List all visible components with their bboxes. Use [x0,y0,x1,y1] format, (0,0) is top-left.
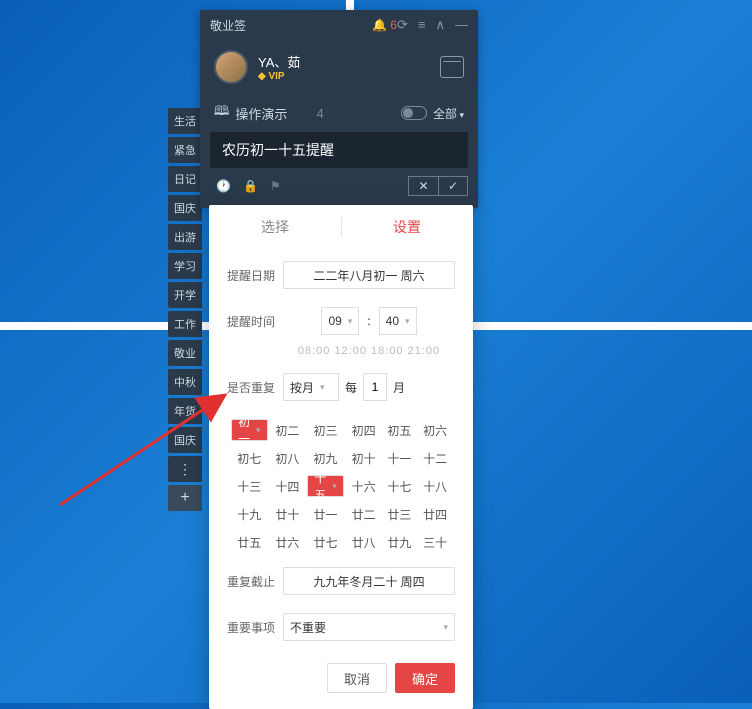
remind-date-field[interactable]: 二二年八月初一 周六 [283,261,455,289]
settings-panel: 选择 设置 提醒日期 二二年八月初一 周六 提醒时间 09 : 40 08:00… [209,205,473,709]
lunar-day[interactable]: 初三 [307,419,344,441]
repeat-end-label: 重复截止 [227,573,283,590]
lunar-day[interactable]: 十四 [272,475,304,497]
tab-settings[interactable]: 设置 [341,205,473,249]
lock-icon[interactable]: 🔒 [243,179,258,193]
lunar-day[interactable]: 廿五 [231,531,268,553]
minimize-icon[interactable]: — [455,17,468,33]
profile-section: YA、茹 VIP [200,40,478,94]
sidebar-tag[interactable]: 紧急 [168,137,202,163]
sidebar-tag[interactable]: 日记 [168,166,202,192]
sidebar-tag[interactable]: 中秋 [168,369,202,395]
importance-label: 重要事项 [227,619,283,636]
repeat-number-input[interactable] [363,373,387,401]
bookmark-icon: 🕮 [214,102,229,124]
sidebar-tag[interactable]: 国庆 [168,427,202,453]
menu-icon[interactable]: ≡ [418,17,426,33]
lunar-day[interactable]: 廿二 [348,503,380,525]
lunar-day[interactable]: 廿四 [419,503,451,525]
vip-badge: VIP [258,71,430,82]
sidebar-add[interactable]: + [168,485,202,511]
app-name: 敬业签 [210,17,366,34]
lunar-day[interactable]: 十六 [348,475,380,497]
lunar-day[interactable]: 廿八 [348,531,380,553]
user-name: YA、茹 [258,52,430,71]
lunar-day[interactable]: 初十 [348,447,380,469]
sidebar-tag[interactable]: 出游 [168,224,202,250]
lunar-day[interactable]: 十三 [231,475,268,497]
lunar-day[interactable]: 三十 [419,531,451,553]
remind-time-label: 提醒时间 [227,313,283,330]
lunar-day[interactable]: 廿十 [272,503,304,525]
repeat-unit-select[interactable]: 按月 [283,373,339,401]
sidebar-tag[interactable]: 开学 [168,282,202,308]
lunar-day[interactable]: 初一 [231,419,268,441]
section-count: 4 [317,106,324,121]
sidebar-tag[interactable]: 国庆 [168,195,202,221]
up-icon[interactable]: ∧ [435,17,445,33]
clock-icon[interactable]: 🕐 [216,179,231,193]
sidebar-tag[interactable]: 学习 [168,253,202,279]
lunar-day[interactable]: 廿六 [272,531,304,553]
hour-select[interactable]: 09 [321,307,359,335]
calendar-icon[interactable] [440,56,464,78]
importance-select[interactable]: 不重要 [283,613,455,641]
lunar-day[interactable]: 十五 [307,475,344,497]
repeat-month: 月 [393,379,405,396]
sidebar-tag[interactable]: 年货 [168,398,202,424]
sidebar-tag[interactable]: 工作 [168,311,202,337]
cancel-button[interactable]: 取消 [327,663,387,693]
lunar-day[interactable]: 廿九 [384,531,416,553]
confirm-button[interactable]: 确定 [395,663,455,693]
lunar-day[interactable]: 十七 [384,475,416,497]
lunar-day-grid: 初一初二初三初四初五初六初七初八初九初十十一十二十三十四十五十六十七十八十九廿十… [227,419,455,553]
lunar-day[interactable]: 初二 [272,419,304,441]
app-window: 敬业签 🔔 6 ⟳ ≡ ∧ — YA、茹 VIP 🕮 操作演示 4 全部 🕐 🔒 [200,10,478,208]
lunar-day[interactable]: 初八 [272,447,304,469]
sidebar-more[interactable]: ⋮ [168,456,202,482]
filter-all[interactable]: 全部 [433,105,464,122]
sidebar-tag[interactable]: 生活 [168,108,202,134]
confirm-input-button[interactable]: ✓ [438,176,468,196]
flag-icon[interactable]: ⚑ [270,179,281,193]
lunar-day[interactable]: 十二 [419,447,451,469]
repeat-end-field[interactable]: 九九年冬月二十 周四 [283,567,455,595]
remind-date-label: 提醒日期 [227,267,283,284]
titlebar: 敬业签 🔔 6 ⟳ ≡ ∧ — [200,10,478,40]
section-title: 操作演示 [235,104,312,123]
repeat-label: 是否重复 [227,379,283,396]
notification-badge[interactable]: 🔔 6 [372,18,397,32]
lunar-day[interactable]: 十八 [419,475,451,497]
lunar-day[interactable]: 廿三 [384,503,416,525]
lunar-day[interactable]: 十一 [384,447,416,469]
sidebar-tag[interactable]: 敬业 [168,340,202,366]
repeat-every: 每 [345,379,357,396]
lunar-day[interactable]: 初六 [419,419,451,441]
lunar-day[interactable]: 初九 [307,447,344,469]
minute-select[interactable]: 40 [379,307,417,335]
lunar-day[interactable]: 初四 [348,419,380,441]
lunar-day[interactable]: 廿七 [307,531,344,553]
tab-select[interactable]: 选择 [209,205,341,249]
toggle-switch[interactable] [401,106,427,120]
lunar-day[interactable]: 初七 [231,447,268,469]
quick-times[interactable]: 08:00 12:00 18:00 21:00 [283,345,455,357]
note-input[interactable] [210,132,468,168]
sync-icon[interactable]: ⟳ [397,17,408,33]
lunar-day[interactable]: 初五 [384,419,416,441]
lunar-day[interactable]: 十九 [231,503,268,525]
time-colon: : [367,314,370,328]
avatar[interactable] [214,50,248,84]
lunar-day[interactable]: 廿一 [307,503,344,525]
cancel-input-button[interactable]: ✕ [408,176,438,196]
section-header: 🕮 操作演示 4 全部 [200,94,478,132]
input-toolbar: 🕐 🔒 ⚑ ✕ ✓ [210,172,468,200]
